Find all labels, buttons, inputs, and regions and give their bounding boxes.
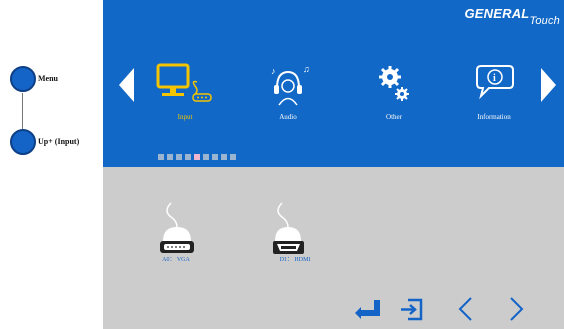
menu-item-audio[interactable]: ♪ ♫ Audio	[253, 60, 323, 126]
info-icon: i	[476, 65, 514, 100]
page-dot	[212, 154, 218, 160]
svg-text:♫: ♫	[303, 64, 310, 74]
osd-main-menu: GENERALTouch Input ♪ ♫ Audio Other i Inf…	[103, 0, 564, 167]
menu-callout: Menu	[10, 66, 100, 96]
svg-text:i: i	[493, 73, 496, 84]
menu-item-other-label: Other	[386, 113, 402, 121]
page-dot-active	[194, 154, 200, 160]
source-hdmi-label: D1： HDMI	[279, 257, 311, 263]
input-source-panel: A0： VGA D1： HDMI	[103, 167, 564, 329]
gears-icon	[379, 66, 409, 101]
page-dot	[167, 154, 173, 160]
svg-text:♪: ♪	[271, 66, 276, 76]
menu-left-arrow[interactable]	[119, 68, 134, 102]
menu-item-information-label: Information	[477, 113, 511, 121]
source-hdmi[interactable]: D1： HDMI	[270, 201, 320, 263]
menu-key-dot	[10, 66, 36, 92]
source-vga[interactable]: A0： VGA	[151, 201, 201, 263]
page-dot	[203, 154, 209, 160]
page-dot	[230, 154, 236, 160]
brand-logo: GENERALTouch	[464, 6, 560, 27]
up-input-callout: Up+ (Input)	[10, 129, 100, 159]
page-dot	[158, 154, 164, 160]
up-input-callout-label: Up+ (Input)	[38, 137, 80, 146]
menu-item-input[interactable]: Input	[150, 60, 220, 126]
callout-connector-line	[22, 93, 23, 129]
menu-item-input-label: Input	[177, 113, 193, 121]
exit-icon[interactable]	[397, 296, 427, 322]
page-dot	[185, 154, 191, 160]
menu-right-arrow[interactable]	[541, 68, 556, 102]
page-indicator	[158, 154, 236, 160]
source-vga-label: A0： VGA	[162, 257, 190, 263]
menu-callout-label: Menu	[38, 74, 58, 83]
menu-item-audio-label: Audio	[279, 113, 297, 121]
chevron-left-icon[interactable]	[451, 296, 481, 322]
enter-icon[interactable]	[354, 296, 384, 322]
up-input-key-dot	[10, 129, 36, 155]
menu-item-information[interactable]: i Information	[459, 60, 529, 126]
vga-connector-icon	[160, 202, 194, 253]
headphones-icon: ♪ ♫	[271, 64, 310, 106]
page-dot	[176, 154, 182, 160]
hdmi-connector-icon	[273, 202, 304, 254]
page-dot	[221, 154, 227, 160]
menu-item-other[interactable]: Other	[359, 60, 429, 126]
chevron-right-icon[interactable]	[501, 296, 531, 322]
monitor-icon	[156, 63, 212, 102]
